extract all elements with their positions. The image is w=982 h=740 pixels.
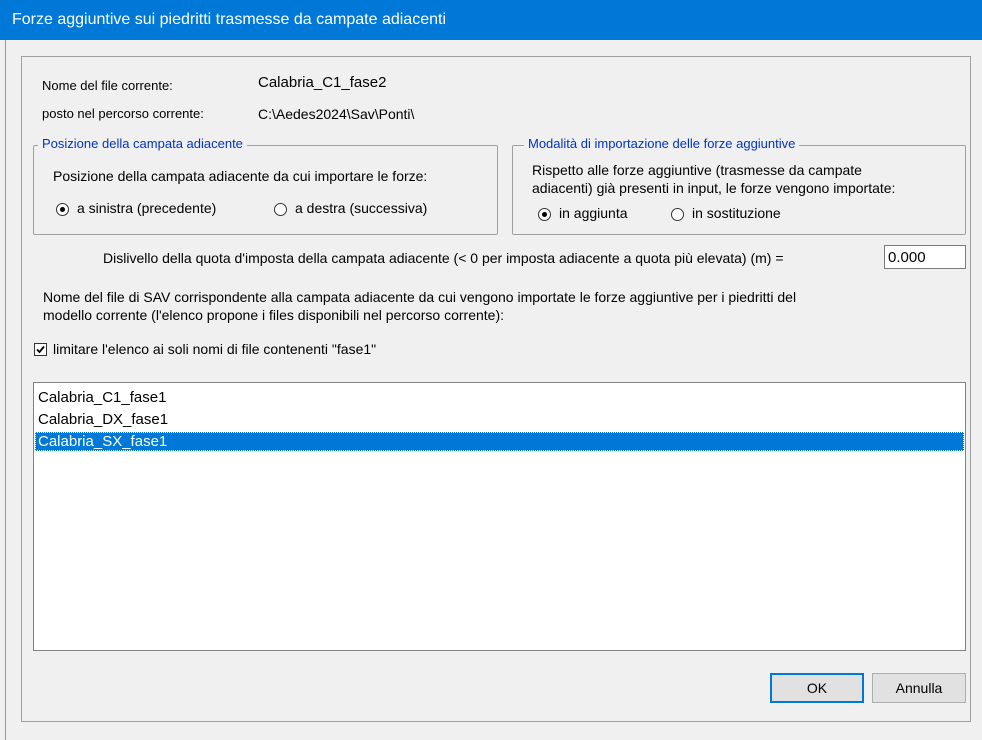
sav-description-line1: Nome del file di SAV corrispondente alla… [43, 289, 797, 305]
position-group [33, 145, 498, 235]
filter-checkbox-label[interactable]: limitare l'elenco ai soli nomi di file c… [53, 341, 376, 357]
position-description: Posizione della campata adiacente da cui… [53, 168, 428, 184]
radio-destra-label[interactable]: a destra (successiva) [295, 200, 427, 216]
checkmark-icon [36, 345, 45, 354]
list-item[interactable]: Calabria_DX_fase1 [35, 410, 964, 429]
file-path-label: posto nel percorso corrente: [42, 106, 204, 121]
import-description-line1: Rispetto alle forze aggiuntive (trasmess… [532, 162, 862, 178]
list-item[interactable]: Calabria_C1_fase1 [35, 388, 964, 407]
list-item-selected[interactable]: Calabria_SX_fase1 [35, 432, 964, 451]
file-name-label: Nome del file corrente: [42, 78, 173, 93]
dislivello-label: Dislivello della quota d'imposta della c… [103, 250, 784, 266]
radio-in-sostituzione-label[interactable]: in sostituzione [692, 205, 781, 221]
import-mode-legend: Modalità di importazione delle forze agg… [524, 136, 800, 151]
radio-in-aggiunta[interactable] [538, 208, 551, 221]
file-name-value: Calabria_C1_fase2 [258, 74, 387, 91]
radio-destra[interactable] [274, 203, 287, 216]
file-path-value: C:\Aedes2024\Sav\Ponti\ [258, 106, 415, 122]
ok-button[interactable]: OK [770, 673, 864, 703]
filter-checkbox[interactable] [34, 343, 47, 356]
sav-description-line2: modello corrente (l'elenco propone i fil… [43, 307, 505, 323]
cancel-button[interactable]: Annulla [872, 673, 966, 703]
position-group-legend: Posizione della campata adiacente [38, 136, 247, 151]
title-bar[interactable]: Forze aggiuntive sui piedritti trasmesse… [0, 0, 982, 40]
radio-sinistra[interactable] [56, 203, 69, 216]
radio-sinistra-label[interactable]: a sinistra (precedente) [77, 200, 216, 216]
radio-in-sostituzione[interactable] [671, 208, 684, 221]
import-description-line2: adiacenti) già presenti in input, le for… [532, 180, 896, 196]
file-listbox[interactable]: Calabria_C1_fase1 Calabria_DX_fase1 Cala… [33, 382, 966, 651]
radio-in-aggiunta-label[interactable]: in aggiunta [559, 205, 628, 221]
dislivello-input[interactable] [884, 245, 966, 269]
window-title: Forze aggiuntive sui piedritti trasmesse… [12, 11, 446, 28]
